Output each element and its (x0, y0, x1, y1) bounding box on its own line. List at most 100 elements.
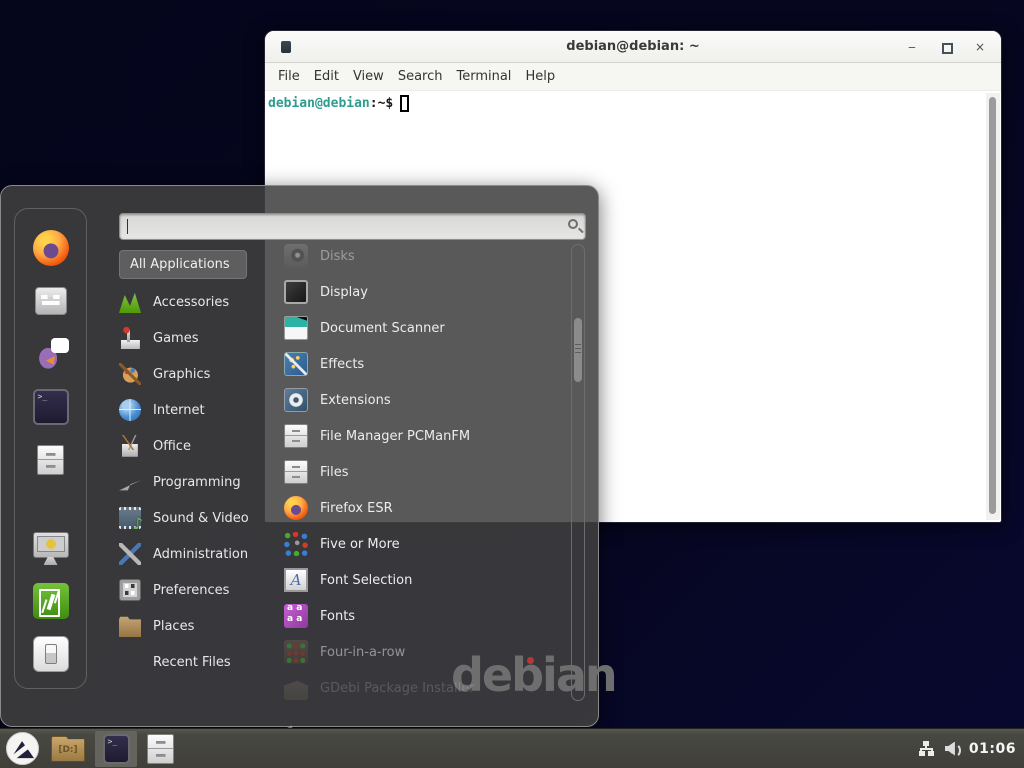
file-cabinet-icon (147, 734, 174, 764)
app-font-selection[interactable]: Font Selection (284, 562, 566, 598)
menu-scrollbar-track[interactable] (571, 244, 585, 701)
app-files[interactable]: Files (284, 454, 566, 490)
category-sound-video[interactable]: Sound & Video (119, 500, 279, 536)
keyboard-icon (35, 287, 67, 315)
category-accessories[interactable]: Accessories (119, 284, 279, 320)
menu-file[interactable]: File (271, 65, 307, 88)
terminal-menubar: File Edit View Search Terminal Help (265, 63, 1001, 91)
close-icon[interactable]: × (973, 40, 987, 54)
package-installer-icon (284, 676, 308, 700)
app-display[interactable]: Display (284, 274, 566, 310)
category-places[interactable]: Places (119, 608, 279, 644)
category-preferences[interactable]: Preferences (119, 572, 279, 608)
volume-indicator[interactable] (945, 742, 959, 756)
file-manager-launcher[interactable] (141, 731, 180, 767)
app-document-scanner[interactable]: Document Scanner (284, 310, 566, 346)
terminal-titlebar[interactable]: debian@debian: ~ ‒ × (265, 31, 1001, 63)
menu-button[interactable] (0, 731, 45, 767)
category-label: Preferences (153, 583, 229, 598)
favorite-terminal[interactable] (32, 388, 70, 426)
menu-search[interactable]: Search (391, 65, 450, 88)
app-effects[interactable]: Effects (284, 346, 566, 382)
category-label: Games (153, 331, 198, 346)
minimize-icon[interactable]: ‒ (905, 40, 919, 54)
taskbar-launchers (0, 729, 180, 768)
search-icon (568, 219, 578, 229)
menu-view[interactable]: View (346, 65, 391, 88)
app-four-in-a-row[interactable]: Four-in-a-row (284, 634, 566, 670)
app-label: Effects (320, 357, 364, 372)
favorite-file-manager[interactable] (32, 441, 70, 479)
programming-icon (119, 471, 141, 493)
app-five-or-more[interactable]: Five or More (284, 526, 566, 562)
app-gdebi-package-installer[interactable]: GDebi Package Installer (284, 670, 566, 706)
category-label: Recent Files (153, 655, 231, 670)
terminal-scrollbar-thumb[interactable] (989, 97, 996, 514)
app-label: Five or More (320, 537, 400, 552)
menu-edit[interactable]: Edit (307, 65, 346, 88)
places-icon (119, 615, 141, 637)
search-caret (127, 219, 128, 234)
file-cabinet-icon (284, 460, 308, 484)
category-programming[interactable]: Programming (119, 464, 279, 500)
application-list: Disks Display Document Scanner Effects E… (284, 238, 566, 706)
app-fonts[interactable]: Fonts (284, 598, 566, 634)
shutdown-button[interactable] (32, 635, 70, 673)
lock-screen-button[interactable] (32, 529, 70, 567)
favorite-pidgin[interactable] (32, 335, 70, 373)
menu-terminal[interactable]: Terminal (449, 65, 518, 88)
favorite-keyboard[interactable] (32, 282, 70, 320)
taskbar: 01:06 (0, 728, 1024, 768)
folder-icon (51, 736, 85, 762)
category-recent-files[interactable]: Recent Files (119, 644, 279, 680)
search-input[interactable] (119, 213, 586, 240)
shutdown-icon (33, 636, 69, 672)
category-all-applications[interactable]: All Applications (119, 250, 247, 279)
shell-prompt: debian@debian:~$ (265, 91, 1001, 112)
graphics-icon (119, 363, 141, 385)
office-icon (119, 435, 141, 457)
app-label: Display (320, 285, 368, 300)
terminal-taskbar-button[interactable] (95, 731, 137, 767)
category-games[interactable]: Games (119, 320, 279, 356)
prompt-suffix: :~$ (370, 96, 393, 111)
file-cabinet-icon (284, 424, 308, 448)
app-disks[interactable]: Disks (284, 238, 566, 274)
network-icon[interactable] (918, 741, 935, 756)
clock[interactable]: 01:06 (969, 741, 1016, 757)
system-tray: 01:06 (918, 741, 1024, 757)
app-label: Document Scanner (320, 321, 445, 336)
volume-waves-icon (951, 742, 959, 756)
games-icon (119, 327, 141, 349)
terminal-icon (103, 734, 130, 764)
logout-icon (33, 583, 69, 619)
file-manager-icon (37, 445, 64, 475)
sound-video-icon (119, 507, 141, 529)
window-controls: ‒ × (905, 40, 1001, 54)
category-office[interactable]: Office (119, 428, 279, 464)
category-label: Places (153, 619, 194, 634)
accessories-icon (119, 291, 141, 313)
menu-help[interactable]: Help (518, 65, 562, 88)
maximize-icon[interactable] (939, 40, 953, 54)
terminal-icon (33, 389, 69, 425)
prompt-user-host: debian@debian (268, 96, 370, 111)
favorites-column (14, 208, 87, 689)
app-extensions[interactable]: Extensions (284, 382, 566, 418)
category-administration[interactable]: Administration (119, 536, 279, 572)
preferences-icon (119, 579, 141, 601)
menu-scrollbar-thumb[interactable] (574, 318, 582, 382)
favorite-firefox[interactable] (32, 229, 70, 267)
logout-button[interactable] (32, 582, 70, 620)
app-firefox-esr[interactable]: Firefox ESR (284, 490, 566, 526)
app-file-manager-pcmanfm[interactable]: File Manager PCManFM (284, 418, 566, 454)
menu-search (119, 213, 586, 240)
category-label: Office (153, 439, 191, 454)
terminal-scrollbar-track[interactable] (986, 93, 1000, 520)
category-graphics[interactable]: Graphics (119, 356, 279, 392)
menu-logo-icon (6, 732, 39, 765)
firefox-icon (33, 230, 69, 266)
category-internet[interactable]: Internet (119, 392, 279, 428)
file-manager-folder-launcher[interactable] (45, 731, 91, 767)
category-label: Sound & Video (153, 511, 249, 526)
